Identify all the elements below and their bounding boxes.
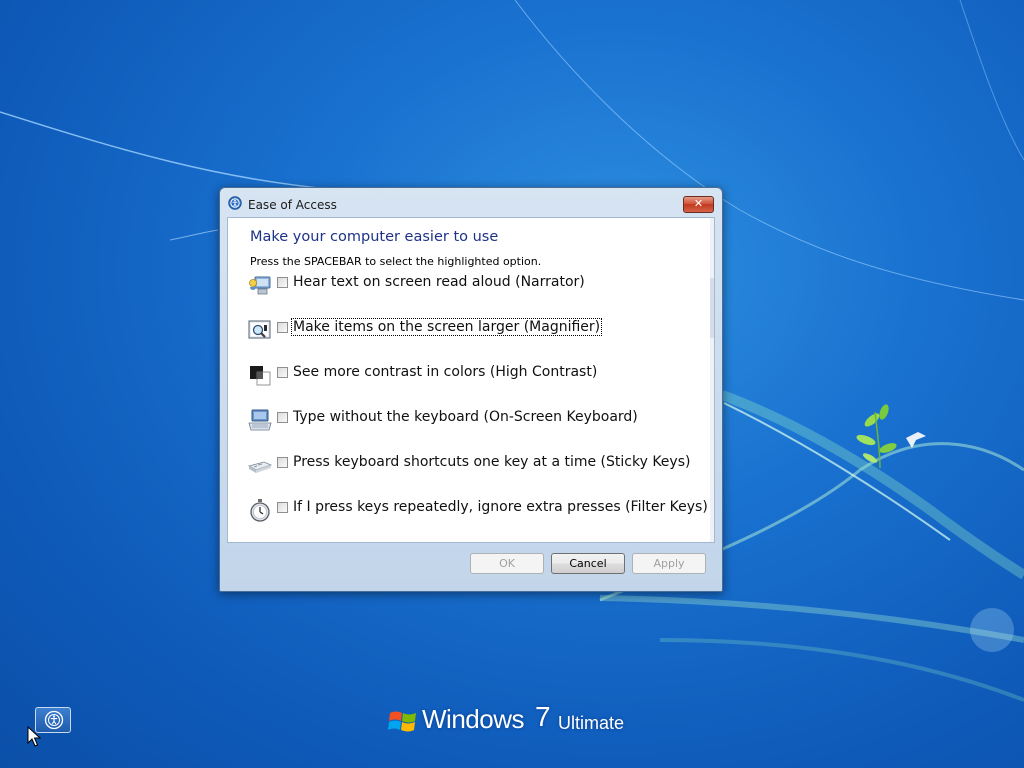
narrator-checkbox[interactable]	[277, 277, 288, 288]
sticky-keys-checkbox[interactable]	[277, 457, 288, 468]
option-high-contrast[interactable]: See more contrast in colors (High Contra…	[248, 363, 698, 397]
option-filter-keys[interactable]: If I press keys repeatedly, ignore extra…	[248, 498, 708, 532]
dialog-titlebar[interactable]: Ease of Access ✕	[220, 188, 722, 218]
option-sticky-keys[interactable]: Press keyboard shortcuts one key at a ti…	[248, 453, 698, 487]
on-screen-keyboard-checkbox[interactable]	[277, 412, 288, 423]
on-screen-keyboard-icon	[248, 409, 272, 431]
brand-version-text: 7	[535, 701, 551, 732]
ok-button[interactable]: OK	[470, 553, 544, 574]
windows-branding: Windows 7 Ultimate	[388, 701, 648, 742]
option-on-screen-keyboard[interactable]: Type without the keyboard (On-Screen Key…	[248, 408, 698, 442]
dialog-button-bar: OK Cancel Apply	[227, 543, 715, 585]
option-narrator[interactable]: Hear text on screen read aloud (Narrator…	[248, 273, 698, 307]
narrator-icon	[249, 276, 271, 295]
dialog-instruction: Press the SPACEBAR to select the highlig…	[250, 255, 542, 268]
brand-edition-text: Ultimate	[558, 713, 625, 733]
filter-keys-icon	[250, 499, 270, 522]
scrollbar-thumb[interactable]	[710, 278, 714, 338]
dialog-title: Ease of Access	[248, 198, 337, 212]
desktop: Ease of Access ✕ Make your computer easi…	[0, 0, 1024, 768]
dialog-content: Make your computer easier to use Press t…	[227, 217, 715, 543]
apply-button[interactable]: Apply	[632, 553, 706, 574]
high-contrast-checkbox[interactable]	[277, 367, 288, 378]
magnifier-icon	[248, 320, 271, 339]
filter-keys-checkbox[interactable]	[277, 502, 288, 513]
magnifier-label[interactable]: Make items on the screen larger (Magnifi…	[290, 318, 603, 336]
sticky-keys-icon	[248, 461, 272, 473]
close-icon: ✕	[693, 197, 704, 210]
sticky-keys-label[interactable]: Press keyboard shortcuts one key at a ti…	[292, 454, 691, 470]
narrator-label[interactable]: Hear text on screen read aloud (Narrator…	[292, 274, 586, 290]
high-contrast-label[interactable]: See more contrast in colors (High Contra…	[292, 364, 598, 380]
high-contrast-icon	[250, 366, 271, 386]
dialog-heading: Make your computer easier to use	[250, 229, 499, 245]
filter-keys-label[interactable]: If I press keys repeatedly, ignore extra…	[292, 499, 709, 515]
ease-of-access-icon	[228, 196, 242, 210]
ease-of-access-icon	[44, 710, 64, 730]
windows-logo-icon	[388, 711, 416, 732]
magnifier-checkbox[interactable]	[277, 322, 288, 333]
on-screen-keyboard-label[interactable]: Type without the keyboard (On-Screen Key…	[292, 409, 639, 425]
brand-windows-text: Windows	[422, 704, 524, 734]
scrollbar-track[interactable]	[710, 218, 714, 542]
ease-of-access-dialog: Ease of Access ✕ Make your computer easi…	[219, 187, 723, 592]
close-button[interactable]: ✕	[683, 196, 714, 213]
mouse-cursor-icon	[27, 726, 41, 747]
cancel-button[interactable]: Cancel	[551, 553, 625, 574]
option-magnifier[interactable]: Make items on the screen larger (Magnifi…	[248, 318, 698, 352]
